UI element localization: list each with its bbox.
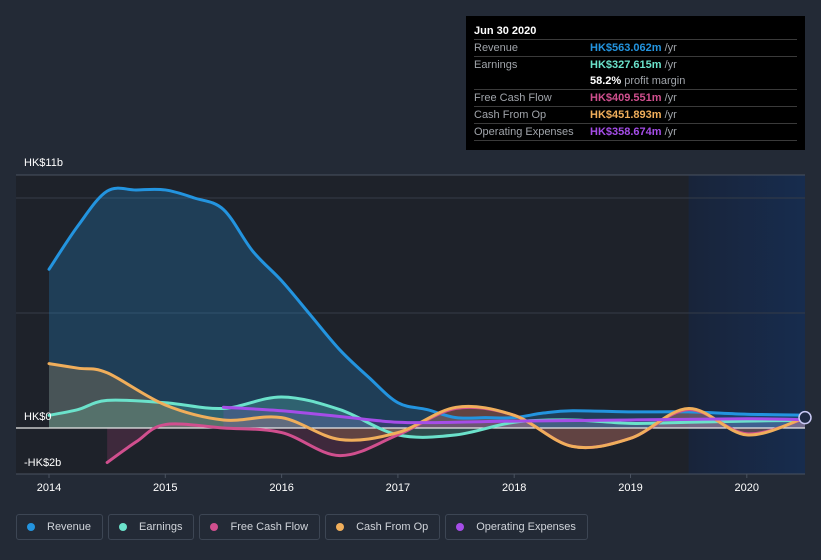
legend-item-free-cash-flow[interactable]: Free Cash Flow xyxy=(199,514,321,540)
legend-label: Cash From Op xyxy=(356,521,429,533)
legend-label: Earnings xyxy=(139,521,183,533)
tooltip-label: Operating Expenses xyxy=(474,126,574,138)
tooltip-unit: /yr xyxy=(664,59,677,71)
tooltip-row-operating-expenses: Operating Expenses HK$358.674m /yr xyxy=(474,124,797,141)
legend-label: Operating Expenses xyxy=(476,521,576,533)
legend-dot-icon xyxy=(336,523,345,531)
tooltip-unit: /yr xyxy=(664,126,677,138)
x-tick-label: 2019 xyxy=(618,482,642,494)
tooltip-row-cash-from-op: Cash From Op HK$451.893m /yr xyxy=(474,107,797,124)
x-tick-label: 2014 xyxy=(37,482,61,494)
legend-label: Revenue xyxy=(47,521,92,533)
tooltip-value: HK$563.062m xyxy=(590,42,662,54)
y-tick-label: HK$0 xyxy=(24,411,52,423)
tooltip-row-free-cash-flow: Free Cash Flow HK$409.551m /yr xyxy=(474,90,797,107)
tooltip-unit: /yr xyxy=(664,92,677,104)
tooltip-row-profit-margin: 58.2% profit margin xyxy=(474,73,797,90)
tooltip-label xyxy=(474,73,590,89)
legend-dot-icon xyxy=(119,523,128,531)
tooltip-value: HK$451.893m xyxy=(590,109,662,121)
tooltip-label: Earnings xyxy=(474,59,518,71)
tooltip-unit: /yr xyxy=(664,42,677,54)
legend-dot-icon xyxy=(210,523,219,531)
tooltip-unit: /yr xyxy=(664,109,677,121)
tooltip-label: Revenue xyxy=(474,42,519,54)
legend: Revenue Earnings Free Cash Flow Cash Fro… xyxy=(16,514,588,540)
legend-label: Free Cash Flow xyxy=(230,521,309,533)
y-tick-label: -HK$2b xyxy=(24,457,61,469)
tooltip-date: Jun 30 2020 xyxy=(474,23,797,40)
tooltip-row-revenue: Revenue HK$563.062m /yr xyxy=(474,40,797,57)
x-tick-label: 2020 xyxy=(735,482,759,494)
y-tick-label: HK$11b xyxy=(24,157,63,169)
tooltip-value: HK$358.674m xyxy=(590,126,662,138)
legend-dot-icon xyxy=(27,523,35,531)
x-tick-label: 2018 xyxy=(502,482,526,494)
legend-item-earnings[interactable]: Earnings xyxy=(108,514,195,540)
legend-dot-icon xyxy=(456,523,465,531)
tooltip-value: HK$409.551m xyxy=(590,92,662,104)
hover-point-marker xyxy=(798,410,812,425)
legend-item-operating-expenses[interactable]: Operating Expenses xyxy=(445,514,588,540)
tooltip-value: 58.2% xyxy=(590,75,622,87)
x-ticks: 2014 2015 2016 2017 2018 2019 2020 xyxy=(37,474,759,494)
legend-item-cash-from-op[interactable]: Cash From Op xyxy=(325,514,441,540)
tooltip-value: HK$327.615m xyxy=(590,59,662,71)
x-tick-label: 2016 xyxy=(269,482,293,494)
end-marker xyxy=(798,410,812,425)
legend-item-revenue[interactable]: Revenue xyxy=(16,514,104,540)
tooltip-label: Cash From Op xyxy=(474,109,547,121)
x-tick-label: 2015 xyxy=(153,482,177,494)
tooltip-label: Free Cash Flow xyxy=(474,92,552,104)
x-tick-label: 2017 xyxy=(386,482,410,494)
tooltip-unit: profit margin xyxy=(624,75,686,87)
tooltip: Jun 30 2020 Revenue HK$563.062m /yr Earn… xyxy=(466,16,805,150)
tooltip-row-earnings: Earnings HK$327.615m /yr xyxy=(474,57,797,73)
